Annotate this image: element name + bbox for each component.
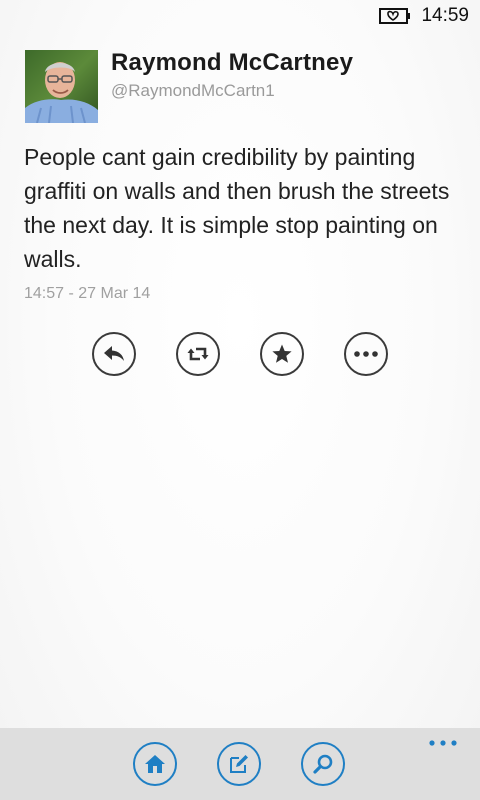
app-bar [0, 728, 480, 800]
author-handle[interactable]: @RaymondMcCartn1 [111, 80, 275, 102]
search-icon [313, 754, 333, 774]
battery-charging-icon [379, 8, 410, 24]
favorite-star-icon [272, 344, 292, 363]
tweet-text: People cant gain credibility by painting… [24, 144, 450, 272]
status-time: 14:59 [421, 5, 469, 26]
retweet-button[interactable] [176, 332, 220, 376]
status-bar: 14:59 [0, 0, 480, 32]
avatar-photo [25, 50, 98, 123]
more-icon [354, 351, 378, 357]
reply-button[interactable] [92, 332, 136, 376]
more-options-button[interactable] [344, 332, 388, 376]
tweet-actions [0, 332, 480, 380]
author-name[interactable]: Raymond McCartney [111, 48, 353, 78]
compose-button[interactable] [217, 742, 261, 786]
retweet-icon [187, 347, 209, 361]
favorite-button[interactable] [260, 332, 304, 376]
avatar[interactable] [25, 50, 98, 123]
ellipsis-icon[interactable] [428, 738, 458, 748]
home-icon [145, 755, 165, 773]
search-button[interactable] [301, 742, 345, 786]
reply-icon [104, 346, 124, 361]
compose-icon [230, 755, 248, 773]
tweet-timestamp: 14:57 - 27 Mar 14 [24, 285, 151, 302]
home-button[interactable] [133, 742, 177, 786]
